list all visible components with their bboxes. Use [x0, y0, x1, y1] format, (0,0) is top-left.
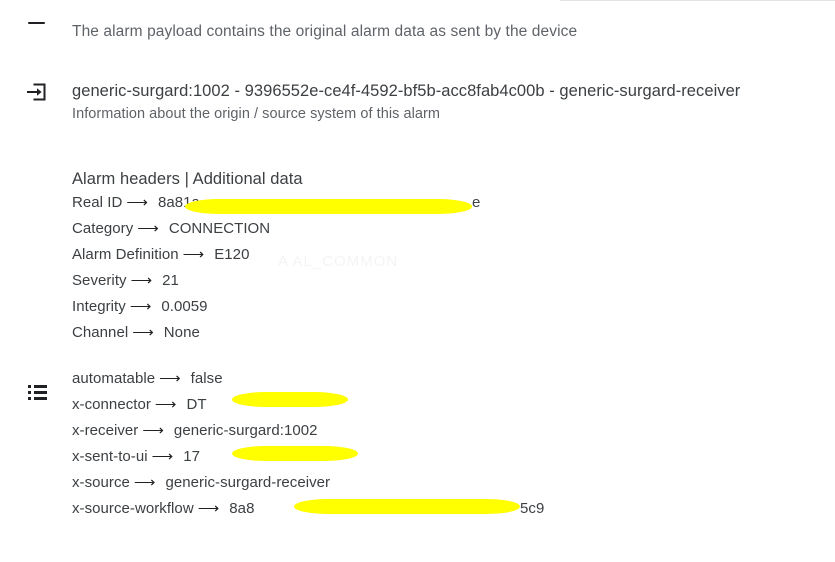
origin-subtitle: Information about the origin / source sy… [72, 106, 440, 122]
kv-value: CONNECTION [168, 220, 271, 237]
kv-row: Integrity ⟶ 0.0059 [72, 294, 835, 320]
arrow-right-icon: ⟶ [142, 422, 164, 439]
arrow-right-icon: ⟶ [133, 474, 156, 491]
kv-row: x-sent-to-ui ⟶ 17 [72, 444, 835, 470]
origin-icon-gutter [0, 80, 72, 104]
kv-key: x-source-workflow [72, 500, 194, 517]
arrow-right-icon: ⟶ [137, 220, 159, 237]
arrow-right-icon: ⟶ [197, 500, 220, 517]
kv-row: Channel ⟶ None [72, 320, 835, 346]
arrow-right-icon: ⟶ [130, 272, 153, 289]
origin-title: generic-surgard:1002 - 9396552e-ce4f-459… [72, 82, 741, 100]
kv-value: 17 [183, 448, 200, 465]
kv-row: Severity ⟶ 21 [72, 268, 835, 294]
arrow-right-icon: ⟶ [151, 448, 174, 465]
kv-key: x-sent-to-ui [72, 448, 148, 465]
payload-content: The alarm payload contains the original … [72, 22, 835, 42]
kv-key: Real ID [72, 194, 123, 211]
alarm-headers-row-list: Real ID ⟶ 8a81a e Category ⟶ CONNECTION Alarm D… [72, 190, 835, 346]
faint-text-artifact: A AL_COMMON [278, 253, 399, 270]
origin-content: generic-surgard:1002 - 9396552e-ce4f-459… [72, 80, 835, 124]
kv-row: x-source-workflow ⟶ 8a8 5c9 [72, 496, 835, 522]
kv-row: x-connector ⟶ DT [72, 392, 835, 418]
kv-value-tail: 5c9 [520, 500, 545, 517]
arrow-right-icon: ⟶ [154, 396, 177, 413]
arrow-right-icon: ⟶ [182, 246, 205, 263]
alarm-headers-section: Alarm headers | Additional data Real ID ⟶… [0, 168, 835, 522]
kv-key: Alarm Definition [72, 246, 179, 263]
kv-key: Category [72, 220, 134, 237]
alarm-payload-section: The alarm payload contains the original … [0, 22, 835, 42]
list-icon-gutter [28, 385, 47, 400]
kv-value: generic-surgard:1002 [173, 422, 318, 439]
kv-value: 8a81a [157, 194, 200, 211]
minus-icon [27, 22, 45, 24]
payload-icon-gutter [0, 22, 72, 24]
kv-key: Channel [72, 324, 129, 341]
additional-data-row-list: automatable ⟶ false x-connector ⟶ DT x-receive… [72, 366, 835, 522]
kv-row: Real ID ⟶ 8a81a e [72, 190, 835, 216]
kv-key: Severity [72, 272, 127, 289]
headers-icon-gutter [0, 168, 72, 169]
kv-key: x-source [72, 474, 130, 491]
kv-key: Integrity [72, 298, 126, 315]
kv-value: generic-surgard-receiver [165, 474, 331, 491]
top-divider [560, 0, 835, 1]
kv-value: 21 [162, 272, 179, 289]
kv-value: None [163, 324, 200, 341]
kv-row: Category ⟶ CONNECTION [72, 216, 835, 242]
arrow-right-icon: ⟶ [129, 298, 152, 315]
kv-key: automatable [72, 370, 156, 387]
kv-value-tail: e [472, 194, 481, 211]
alarm-headers-title: Alarm headers | Additional data [72, 170, 303, 188]
kv-row: automatable ⟶ false [72, 366, 835, 392]
kv-value: 0.0059 [161, 298, 208, 315]
kv-value: false [190, 370, 223, 387]
kv-row: x-source ⟶ generic-surgard-receiver [72, 470, 835, 496]
kv-key: x-receiver [72, 422, 139, 439]
headers-content: Alarm headers | Additional data Real ID ⟶… [72, 168, 835, 522]
kv-key: x-connector [72, 396, 151, 413]
login-arrow-into-box-icon [24, 80, 48, 104]
alarm-payload-note: The alarm payload contains the original … [72, 23, 578, 40]
kv-row: x-receiver ⟶ generic-surgard:1002 [72, 418, 835, 444]
arrow-right-icon: ⟶ [126, 194, 148, 211]
kv-value: DT [186, 396, 207, 413]
list-icon [28, 385, 47, 400]
kv-row: Alarm Definition ⟶ E120 [72, 242, 835, 268]
alarm-origin-section: generic-surgard:1002 - 9396552e-ce4f-459… [0, 80, 835, 124]
alarm-details-page: The alarm payload contains the original … [0, 0, 835, 562]
arrow-right-icon: ⟶ [132, 324, 154, 341]
kv-value: E120 [214, 246, 250, 263]
arrow-right-icon: ⟶ [159, 370, 181, 387]
row-group-spacer [72, 346, 835, 366]
kv-value: 8a8 [229, 500, 255, 517]
